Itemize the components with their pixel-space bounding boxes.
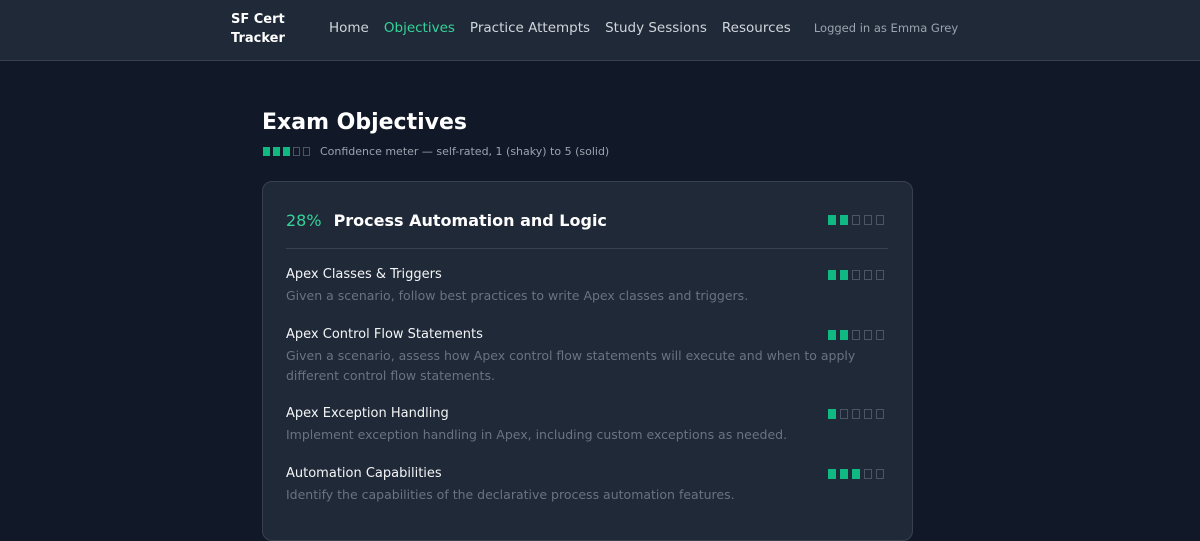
- confidence-legend: Confidence meter — self-rated, 1 (shaky)…: [263, 145, 609, 158]
- meter-segment-empty: [864, 330, 872, 340]
- page-title: Exam Objectives: [262, 110, 468, 135]
- legend-confidence-meter: [263, 147, 313, 156]
- meter-segment-empty: [876, 409, 884, 419]
- meter-segment-filled: [828, 270, 836, 280]
- objective-confidence-meter[interactable]: [828, 409, 888, 419]
- logged-in-user: Logged in as Emma Grey: [813, 21, 959, 35]
- objective-confidence-meter[interactable]: [828, 330, 888, 340]
- meter-segment-filled: [828, 409, 836, 419]
- objective-confidence-meter[interactable]: [828, 469, 888, 479]
- objective-item: Apex Control Flow Statements Given a sce…: [286, 326, 888, 386]
- meter-segment-empty: [293, 147, 300, 156]
- meter-segment-empty: [852, 409, 860, 419]
- objective-item: Apex Classes & Triggers Given a scenario…: [286, 266, 888, 306]
- meter-segment-empty: [852, 270, 860, 280]
- meter-segment-empty: [876, 215, 884, 225]
- legend-text: Confidence meter — self-rated, 1 (shaky)…: [320, 145, 610, 158]
- objective-description: Given a scenario, follow best practices …: [286, 288, 749, 303]
- objective-confidence-meter[interactable]: [828, 270, 888, 280]
- section-weight-percent: 28%: [286, 210, 322, 230]
- meter-segment-empty: [864, 409, 872, 419]
- objective-description: Identify the capabilities of the declara…: [286, 487, 735, 502]
- meter-segment-filled: [828, 469, 836, 479]
- meter-segment-empty: [840, 409, 848, 419]
- nav-link-objectives[interactable]: Objectives: [384, 20, 455, 36]
- nav-link-practice-attempts[interactable]: Practice Attempts: [470, 20, 590, 36]
- meter-segment-empty: [876, 469, 884, 479]
- meter-segment-empty: [852, 215, 860, 225]
- meter-segment-filled: [840, 330, 848, 340]
- meter-segment-empty: [864, 270, 872, 280]
- meter-segment-empty: [864, 469, 872, 479]
- section-title: Process Automation and Logic: [333, 210, 607, 230]
- meter-segment-filled: [852, 469, 860, 479]
- meter-segment-filled: [828, 330, 836, 340]
- nav-link-home[interactable]: Home: [329, 20, 369, 36]
- top-navbar: SF Cert Tracker Home Objectives Practice…: [0, 0, 1200, 61]
- objective-description: Implement exception handling in Apex, in…: [286, 427, 788, 442]
- objective-title: Apex Classes & Triggers: [286, 267, 442, 282]
- meter-segment-empty: [876, 270, 884, 280]
- objective-title: Apex Control Flow Statements: [286, 327, 483, 342]
- meter-segment-filled: [840, 215, 848, 225]
- meter-segment-empty: [876, 330, 884, 340]
- objective-item: Automation Capabilities Identify the cap…: [286, 465, 888, 505]
- meter-segment-empty: [864, 215, 872, 225]
- nav-links: Home Objectives Practice Attempts Study …: [329, 20, 958, 36]
- meter-segment-filled: [828, 215, 836, 225]
- objective-title: Automation Capabilities: [286, 466, 442, 481]
- meter-segment-filled: [840, 270, 848, 280]
- meter-segment-filled: [263, 147, 270, 156]
- nav-link-resources[interactable]: Resources: [722, 20, 791, 36]
- meter-segment-filled: [840, 469, 848, 479]
- objective-description: Given a scenario, assess how Apex contro…: [286, 348, 856, 383]
- brand-logo[interactable]: SF Cert Tracker: [231, 10, 301, 48]
- objective-section-card: 28% Process Automation and Logic Apex Cl…: [262, 181, 913, 541]
- meter-segment-filled: [273, 147, 280, 156]
- meter-segment-empty: [303, 147, 310, 156]
- section-confidence-meter[interactable]: [828, 215, 888, 225]
- meter-segment-empty: [852, 330, 860, 340]
- section-header: 28% Process Automation and Logic: [286, 208, 888, 232]
- objective-item: Apex Exception Handling Implement except…: [286, 405, 888, 445]
- meter-segment-filled: [283, 147, 290, 156]
- section-divider: [286, 248, 888, 249]
- nav-link-study-sessions[interactable]: Study Sessions: [605, 20, 707, 36]
- objective-title: Apex Exception Handling: [286, 406, 449, 421]
